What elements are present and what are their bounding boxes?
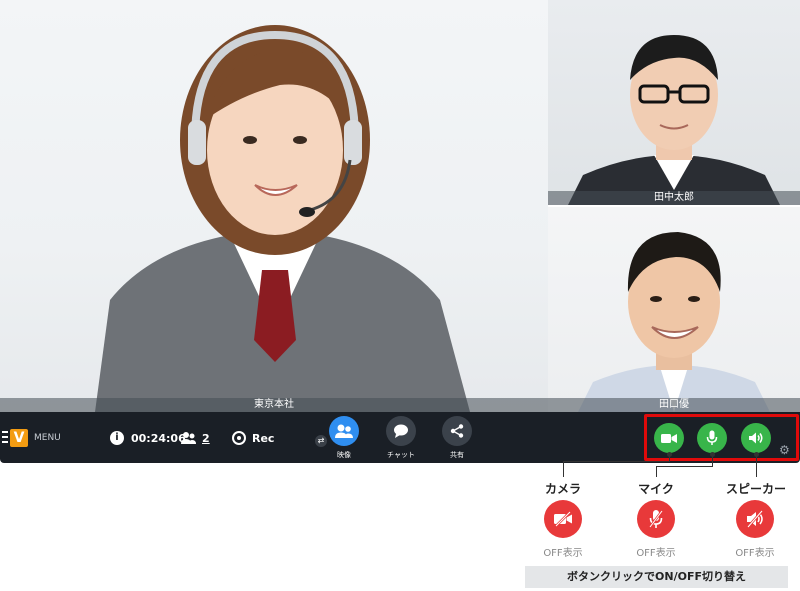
participants-icon	[181, 431, 197, 445]
share-button-label: 共有	[450, 451, 464, 459]
speaker-annotation-title: スピーカー	[725, 482, 786, 496]
camera-off-indicator	[544, 500, 582, 538]
mic-off-label: OFF表示	[636, 548, 676, 559]
video-layout-button[interactable]	[329, 416, 359, 446]
speaker-icon	[749, 432, 763, 444]
speaker-off-indicator	[736, 500, 774, 538]
speaker-off-icon	[747, 510, 763, 528]
main-video-tile[interactable]: 東京本社	[0, 0, 548, 412]
speaker-toggle-button[interactable]	[741, 423, 771, 453]
mic-connector-line	[656, 466, 713, 467]
toggle-instruction-note: ボタンクリックでON/OFF切り替え	[525, 566, 788, 588]
share-button[interactable]	[442, 416, 472, 446]
main-tile-label: 東京本社	[0, 398, 548, 412]
speaker-off-label: OFF表示	[735, 548, 775, 559]
speaker-connector-line	[756, 455, 757, 477]
mic-off-indicator	[637, 500, 675, 538]
participant-tile-taguchi[interactable]: 田口優	[548, 207, 800, 412]
call-timer: 00:24:06	[131, 432, 186, 445]
participant-tile-tanaka[interactable]: 田中太郎	[548, 0, 800, 205]
video-camera-icon	[661, 433, 677, 443]
info-icon[interactable]: i	[110, 431, 124, 445]
tile-2-label: 田中太郎	[548, 191, 800, 205]
mic-annotation-title: マイク	[638, 482, 674, 496]
video-conference-screen: 東京本社 田中太郎 田口優 V MENU i 00:24:06 2 Rec ⇄ …	[0, 0, 800, 591]
participant-image-tanaka	[568, 35, 780, 205]
mic-off-icon	[649, 510, 663, 528]
participant-count[interactable]: 2	[202, 432, 210, 445]
chat-button-label: チャット	[387, 451, 415, 459]
main-participant-image	[95, 25, 470, 412]
tile-3-label: 田口優	[548, 398, 800, 412]
record-icon[interactable]	[232, 431, 246, 445]
mic-connector-line	[656, 466, 657, 477]
users-icon	[335, 424, 353, 438]
share-icon	[450, 424, 464, 438]
chat-button[interactable]	[386, 416, 416, 446]
camera-connector-line	[563, 461, 564, 477]
hamburger-icon[interactable]	[2, 431, 8, 445]
gear-icon[interactable]: ⚙	[779, 444, 791, 456]
video-button-label: 映像	[337, 451, 351, 459]
app-logo[interactable]: V	[10, 429, 28, 447]
participant-image-taguchi	[578, 232, 770, 412]
camera-annotation-title: カメラ	[544, 482, 581, 496]
record-label[interactable]: Rec	[252, 432, 274, 445]
camera-toggle-button[interactable]	[654, 423, 684, 453]
microphone-icon	[706, 430, 718, 445]
camera-connector-line	[563, 461, 670, 462]
chat-bubble-icon	[394, 424, 408, 438]
menu-label[interactable]: MENU	[34, 433, 61, 443]
swap-icon[interactable]: ⇄	[315, 435, 327, 447]
camera-off-label: OFF表示	[543, 548, 583, 559]
mic-toggle-button[interactable]	[697, 423, 727, 453]
camera-off-icon	[554, 511, 572, 527]
